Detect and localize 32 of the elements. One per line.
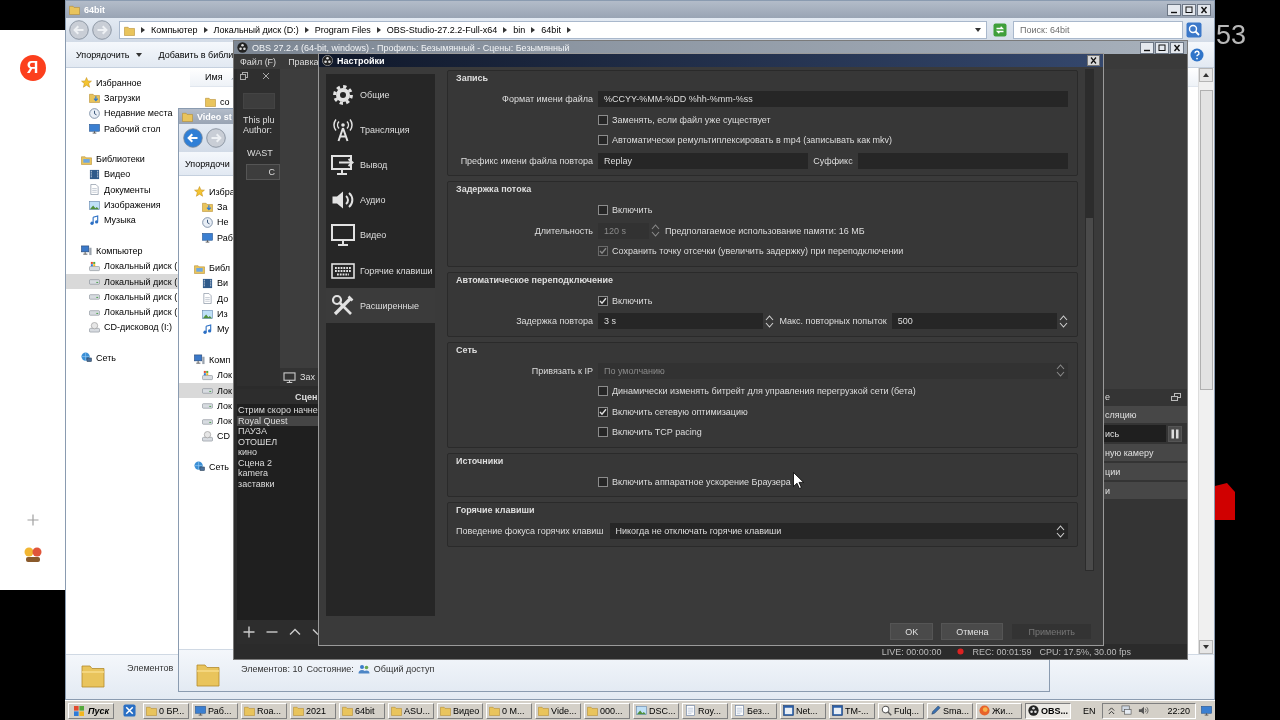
plugin-info-text: Author: [243, 125, 273, 135]
field-label: Префикс имени файла повтора [459, 155, 593, 166]
item-count: Элементов [127, 663, 174, 673]
field-label: Суффикс [813, 155, 853, 166]
overlay-number: 53 [1216, 20, 1247, 50]
window-title: Video st [197, 111, 232, 122]
state-value: Общий доступ [373, 664, 435, 674]
plugin-info-text: This plu [243, 115, 275, 125]
status-live: LIVE: 00:00:00 [881, 646, 942, 657]
field-label: Поведение фокуса горячих клавиш [456, 526, 604, 537]
panel-title: Сцен [294, 390, 318, 404]
group-title: Источники [456, 454, 504, 468]
hint-text: Предполагаемое использование памяти: 16 МБ [665, 225, 865, 236]
field-label: Формат имени файла [501, 94, 593, 105]
dialog-title: Настройки [337, 55, 385, 66]
window-title: OBS 27.2.4 (64-bit, windows) - Профиль: Безымянный - Сцены: Безымянный [252, 42, 570, 53]
plugin-name: WAST [247, 148, 273, 158]
field-label: Макс. повторных попыток [779, 316, 887, 327]
group-title: Задержка потока [456, 183, 532, 196]
group-title: Запись [456, 72, 489, 85]
window-title: 64bit [84, 4, 105, 15]
panel-title: е [1105, 392, 1110, 402]
state-label: Состояние: [306, 664, 354, 674]
group-title: Сеть [456, 343, 478, 357]
field-label: Задержка повтора [515, 316, 593, 327]
group-title: Горячие клавиши [456, 504, 535, 517]
field-label: Привязать к IP [530, 365, 593, 376]
field-label: Длительность [533, 225, 593, 236]
group-title: Автоматическое переподключение [456, 273, 613, 287]
status-rec: REC: 00:01:59 [972, 646, 1032, 657]
item-count: Элементов: 10 [241, 664, 303, 674]
status-cpu: CPU: 17.5%, 30.00 fps [1039, 646, 1131, 657]
